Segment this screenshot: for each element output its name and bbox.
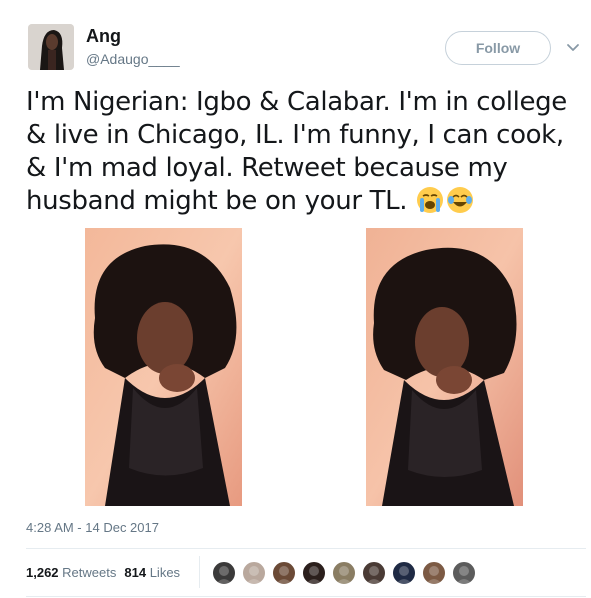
likes-stat[interactable]: 814 Likes — [124, 565, 180, 580]
tweet-text: I'm Nigerian: Igbo & Calabar. I'm in col… — [26, 86, 576, 218]
liker-avatar[interactable] — [332, 561, 356, 585]
tweet-header: Ang @Adaugo____ Follow — [0, 0, 591, 80]
likes-count: 814 — [124, 565, 147, 580]
stats-separator — [199, 556, 200, 588]
tweet-photo-1[interactable] — [85, 228, 242, 506]
liker-avatar[interactable] — [272, 561, 296, 585]
tweet-timestamp[interactable]: 4:28 AM - 14 Dec 2017 — [26, 520, 159, 535]
user-handle[interactable]: @Adaugo____ — [86, 51, 180, 67]
tweet-photo-2[interactable] — [366, 228, 523, 506]
tweet-stats: 1,262 Retweets 814 Likes — [26, 565, 180, 580]
divider — [26, 548, 586, 549]
tears-of-joy-icon — [445, 185, 475, 215]
retweets-stat[interactable]: 1,262 Retweets — [26, 565, 116, 580]
liker-avatar[interactable] — [392, 561, 416, 585]
user-avatar[interactable] — [28, 24, 74, 70]
retweets-count: 1,262 — [26, 565, 59, 580]
liker-avatar[interactable] — [212, 561, 236, 585]
liker-avatar[interactable] — [422, 561, 446, 585]
loudly-crying-face-icon — [415, 185, 445, 215]
liker-avatar[interactable] — [242, 561, 266, 585]
retweets-label: Retweets — [62, 565, 117, 580]
liker-avatars — [212, 561, 482, 585]
liker-avatar[interactable] — [452, 561, 476, 585]
follow-button[interactable]: Follow — [445, 31, 551, 65]
tweet-body: I'm Nigerian: Igbo & Calabar. I'm in col… — [26, 87, 567, 216]
likes-label: Likes — [149, 565, 181, 580]
chevron-down-icon[interactable] — [566, 40, 580, 54]
liker-avatar[interactable] — [302, 561, 326, 585]
user-name[interactable]: Ang — [86, 26, 121, 47]
divider — [26, 596, 586, 597]
liker-avatar[interactable] — [362, 561, 386, 585]
